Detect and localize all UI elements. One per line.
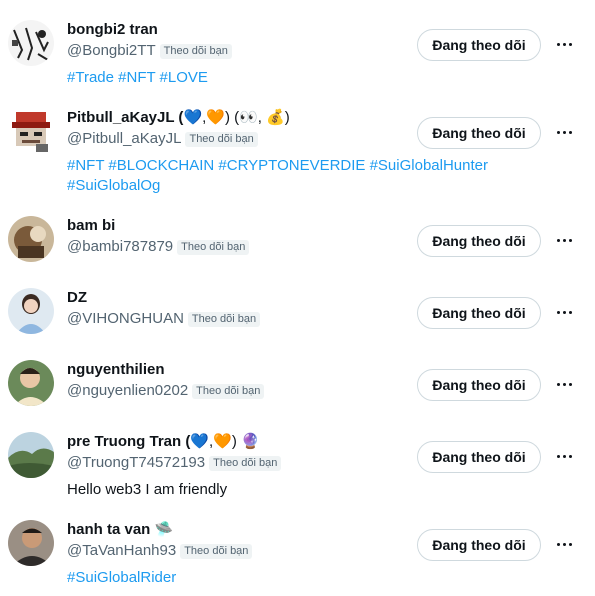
avatar[interactable] xyxy=(8,20,54,66)
avatar[interactable] xyxy=(8,520,54,566)
avatar[interactable] xyxy=(8,216,54,262)
bio[interactable]: #SuiGlobalRider xyxy=(67,568,507,588)
bio[interactable]: #NFT #BLOCKCHAIN #CRYPTONEVERDIE #SuiGlo… xyxy=(67,156,507,196)
handle[interactable]: @bambi787879 xyxy=(67,238,173,255)
following-button[interactable]: Đang theo dõi xyxy=(417,441,541,473)
avatar[interactable] xyxy=(8,288,54,334)
handle[interactable]: @Bongbi2TT xyxy=(67,42,156,59)
follows-you-badge: Theo dõi bạn xyxy=(177,240,250,255)
handle[interactable]: @Pitbull_aKayJL xyxy=(67,130,181,147)
bio[interactable]: #Trade #NFT #LOVE xyxy=(67,68,507,88)
avatar[interactable] xyxy=(8,360,54,406)
user-cell[interactable]: bam bi @bambi787879 Theo dõi bạn Đang the… xyxy=(0,216,590,266)
more-icon[interactable] xyxy=(552,372,576,396)
follows-you-badge: Theo dõi bạn xyxy=(180,544,253,559)
more-icon[interactable] xyxy=(552,532,576,556)
user-cell[interactable]: bongbi2 tran @Bongbi2TT Theo dõi bạn #Tra… xyxy=(0,20,590,90)
avatar[interactable] xyxy=(8,432,54,478)
following-button[interactable]: Đang theo dõi xyxy=(417,529,541,561)
follower-list: bongbi2 tran @Bongbi2TT Theo dõi bạn #Tra… xyxy=(0,0,595,596)
more-icon[interactable] xyxy=(552,32,576,56)
more-icon[interactable] xyxy=(552,300,576,324)
handle[interactable]: @TruongT74572193 xyxy=(67,454,205,471)
following-button[interactable]: Đang theo dõi xyxy=(417,297,541,329)
handle[interactable]: @VIHONGHUAN xyxy=(67,310,184,327)
follows-you-badge: Theo dõi bạn xyxy=(192,384,265,399)
more-icon[interactable] xyxy=(552,444,576,468)
handle[interactable]: @nguyenlien0202 xyxy=(67,382,188,399)
user-cell[interactable]: nguyenthilien @nguyenlien0202 Theo dõi bạ… xyxy=(0,360,590,410)
following-button[interactable]: Đang theo dõi xyxy=(417,225,541,257)
user-cell[interactable]: hanh ta van 🛸 @TaVanHanh93 Theo dõi bạn #… xyxy=(0,520,590,590)
user-cell[interactable]: Pitbull_aKayJL (💙,🧡) (👀, 💰) @Pitbull_aKa… xyxy=(0,108,590,196)
follows-you-badge: Theo dõi bạn xyxy=(187,312,261,327)
following-button[interactable]: Đang theo dõi xyxy=(417,369,541,401)
follows-you-badge: Theo dõi bạn xyxy=(209,456,282,471)
user-cell[interactable]: pre Truong Tran (💙,🧡) 🔮 @TruongT74572193… xyxy=(0,432,590,502)
following-button[interactable]: Đang theo dõi xyxy=(417,117,541,149)
more-icon[interactable] xyxy=(552,120,576,144)
user-cell[interactable]: DZ @VIHONGHUAN Theo dõi bạn Đang theo dõi xyxy=(0,288,590,338)
more-icon[interactable] xyxy=(552,228,576,252)
handle[interactable]: @TaVanHanh93 xyxy=(67,542,176,559)
following-button[interactable]: Đang theo dõi xyxy=(417,29,541,61)
bio[interactable]: Hello web3 I am friendly xyxy=(67,480,507,500)
follows-you-badge: Theo dõi bạn xyxy=(159,44,232,59)
avatar[interactable] xyxy=(8,108,54,154)
follows-you-badge: Theo dõi bạn xyxy=(185,132,258,147)
